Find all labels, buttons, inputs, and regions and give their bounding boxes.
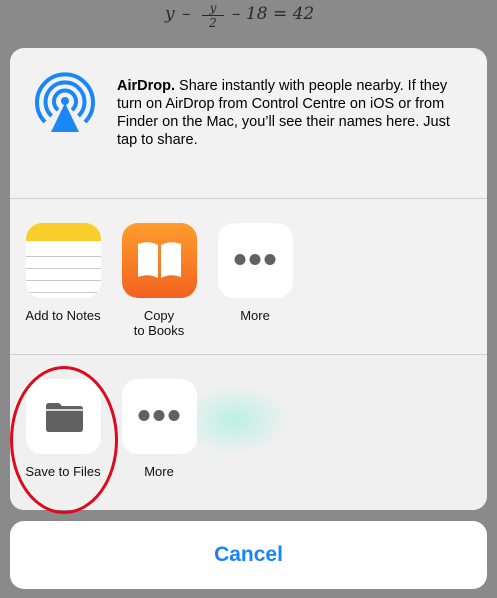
more-apps-button[interactable]: More bbox=[207, 223, 303, 323]
app-row: Add to Notes Copy to Books More bbox=[10, 199, 487, 355]
more-actions-label: More bbox=[144, 464, 174, 479]
airdrop-icon bbox=[35, 72, 95, 132]
cancel-button[interactable]: Cancel bbox=[10, 521, 487, 589]
more-dots-icon bbox=[121, 379, 197, 454]
background-equation: y – bbox=[165, 4, 192, 24]
add-to-notes-button[interactable]: Add to Notes bbox=[15, 223, 111, 323]
save-to-files-button[interactable]: Save to Files bbox=[15, 379, 111, 479]
share-sheet: AirDrop. Share instantly with people nea… bbox=[10, 48, 487, 510]
fraction-numerator: y bbox=[209, 1, 217, 15]
books-icon bbox=[121, 223, 197, 298]
more-apps-label: More bbox=[240, 308, 270, 323]
action-row: Save to Files More bbox=[10, 355, 487, 510]
folder-icon bbox=[25, 379, 101, 454]
airdrop-description: AirDrop. Share instantly with people nea… bbox=[117, 77, 467, 149]
background-fraction: y 2 bbox=[202, 2, 224, 29]
add-to-notes-label: Add to Notes bbox=[25, 308, 101, 323]
notes-icon bbox=[25, 223, 101, 298]
copy-to-books-label: Copy to Books bbox=[111, 308, 207, 338]
airdrop-section[interactable]: AirDrop. Share instantly with people nea… bbox=[10, 48, 487, 199]
more-dots-icon bbox=[217, 223, 293, 298]
copy-to-books-button[interactable]: Copy to Books bbox=[111, 223, 207, 338]
fraction-denominator: 2 bbox=[209, 16, 217, 30]
copy-to-books-text: Copy to Books bbox=[133, 308, 185, 338]
save-to-files-label: Save to Files bbox=[25, 464, 101, 479]
airdrop-title: AirDrop. bbox=[117, 78, 175, 94]
background-equation-rest: – 18 = 42 bbox=[232, 4, 315, 24]
more-actions-button[interactable]: More bbox=[111, 379, 207, 479]
